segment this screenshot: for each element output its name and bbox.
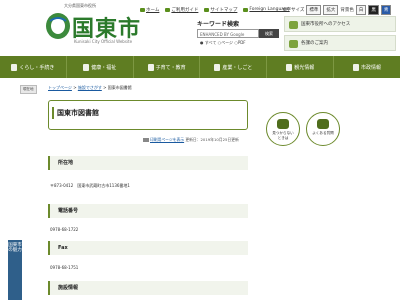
tourism-icon bbox=[286, 63, 293, 71]
breadcrumb: トップページ > 施設でさがす > 国東市図書館 bbox=[48, 85, 132, 90]
section-text-address: 〒873-0412 国東市武蔵町古市1136番地1 bbox=[50, 183, 130, 188]
toplink-guide[interactable]: ご利用ガイド bbox=[165, 7, 198, 14]
current-location-tag: 現在地 bbox=[20, 85, 37, 94]
site-logo[interactable]: 大分県国東市役所 国東市 Kunisaki City Official Webs… bbox=[44, 3, 144, 53]
logo-mark-icon bbox=[46, 13, 70, 39]
nav-item-administration[interactable]: 市政情報 bbox=[334, 56, 400, 78]
faq-button[interactable]: よくある質問 bbox=[306, 112, 340, 146]
nav-item-childcare[interactable]: 子育て・教育 bbox=[134, 56, 201, 78]
department-guide-link[interactable]: 各課のご案内 bbox=[284, 35, 396, 51]
life-icon bbox=[11, 63, 18, 71]
page-title: 国東市図書館 bbox=[48, 100, 248, 130]
sitemap-icon bbox=[204, 8, 210, 12]
toplink-sitemap[interactable]: サイトマップ bbox=[204, 7, 237, 14]
top-links: ホーム ご利用ガイド サイトマップ Foreign Language bbox=[140, 7, 290, 14]
bg-white-button[interactable]: 白 bbox=[355, 5, 367, 15]
font-size-large-button[interactable]: 拡大 bbox=[323, 5, 339, 15]
section-heading-address: 所在地 bbox=[48, 156, 248, 170]
home-icon bbox=[140, 8, 145, 12]
radio-page[interactable]: ○ページ bbox=[218, 40, 233, 45]
page-meta: 印刷用ページを表示 更新日：2019年10月25日更新 bbox=[143, 137, 239, 143]
floating-banner-label: 国東市 の魅力 bbox=[8, 243, 22, 253]
floating-banner[interactable]: 国東市 の魅力 bbox=[8, 240, 22, 300]
access-city-hall-link[interactable]: 国東市役所へのアクセス bbox=[284, 16, 396, 32]
updated-date: 更新日：2019年10月25日更新 bbox=[185, 137, 239, 142]
question-icon bbox=[317, 119, 329, 129]
building-icon bbox=[289, 21, 298, 29]
section-text-phone: 0978-68-1722 bbox=[50, 227, 79, 232]
logo-top-text: 大分県国東市役所 bbox=[64, 3, 96, 8]
site-header: 大分県国東市役所 国東市 Kunisaki City Official Webs… bbox=[0, 0, 400, 55]
print-page-link[interactable]: 印刷用ページを表示 bbox=[150, 137, 184, 142]
breadcrumb-top[interactable]: トップページ bbox=[48, 85, 72, 90]
not-found-button[interactable]: 見つからない ときは bbox=[266, 112, 300, 146]
guide-icon bbox=[165, 8, 171, 12]
toplink-home[interactable]: ホーム bbox=[140, 7, 159, 14]
health-icon bbox=[83, 63, 90, 71]
print-icon bbox=[143, 138, 149, 142]
globe-icon bbox=[243, 7, 249, 12]
section-text-fax: 0978-68-1751 bbox=[50, 265, 79, 270]
radio-pdf[interactable]: ○PDF bbox=[234, 40, 245, 45]
faq-label: よくある質問 bbox=[312, 131, 334, 135]
nav-item-tourism[interactable]: 観光情報 bbox=[267, 56, 335, 78]
nav-item-industry[interactable]: 産業・しごと bbox=[200, 56, 268, 78]
search-input[interactable]: ENHANCED BY Google bbox=[197, 29, 259, 38]
not-found-label: 見つからない ときは bbox=[272, 131, 294, 140]
breadcrumb-current: 国東市図書館 bbox=[107, 85, 132, 90]
industry-icon bbox=[214, 63, 221, 71]
search-button[interactable]: 検索 bbox=[259, 29, 279, 38]
bg-black-button[interactable]: 黒 bbox=[368, 5, 379, 15]
section-heading-fax: Fax bbox=[48, 241, 248, 255]
child-icon bbox=[147, 63, 154, 71]
search-scope-radios: ● すべて ○ページ ○PDF bbox=[200, 40, 246, 46]
font-size-controls: 文字サイズ 標準 拡大 背景色 白 黒 青 bbox=[282, 5, 392, 15]
keyword-search-title: キーワード検索 bbox=[197, 21, 240, 28]
section-heading-facility: 施設情報 bbox=[48, 281, 248, 295]
logo-sub-text: Kunisaki City Official Website bbox=[74, 39, 133, 44]
department-icon bbox=[289, 40, 298, 48]
section-heading-phone: 電話番号 bbox=[48, 204, 248, 218]
font-size-label: 文字サイズ bbox=[282, 8, 305, 13]
nav-item-life[interactable]: くらし・手続き bbox=[0, 56, 67, 78]
breadcrumb-facilities[interactable]: 施設でさがす bbox=[78, 85, 102, 90]
global-nav: くらし・手続き 健康・福祉 子育て・教育 産業・しごと 観光情報 市政情報 bbox=[0, 56, 400, 78]
magnifier-icon bbox=[277, 119, 289, 129]
font-size-standard-button[interactable]: 標準 bbox=[306, 5, 322, 15]
nav-item-health[interactable]: 健康・福祉 bbox=[67, 56, 134, 78]
radio-all[interactable]: ● すべて bbox=[200, 40, 216, 45]
bg-color-label: 背景色 bbox=[340, 8, 354, 13]
admin-icon bbox=[353, 63, 360, 71]
bg-blue-button[interactable]: 青 bbox=[380, 5, 392, 15]
